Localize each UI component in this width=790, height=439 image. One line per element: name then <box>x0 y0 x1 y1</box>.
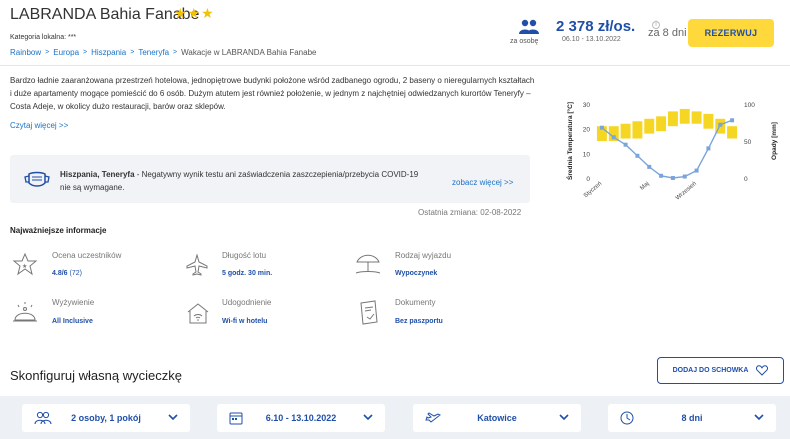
duration-select[interactable]: 8 dni <box>608 404 776 432</box>
precipitation-point <box>670 176 675 180</box>
trip-duration: za 8 dni <box>648 27 687 39</box>
precipitation-point <box>659 173 664 178</box>
temperature-bar <box>644 118 655 134</box>
face-mask-icon <box>24 171 50 191</box>
y2-tick-label: 50 <box>744 139 752 146</box>
svg-text:★: ★ <box>22 263 27 270</box>
configure-trip-title: Skonfiguruj własną wycieczkę <box>10 368 182 383</box>
trip-type-value: Wypoczynek <box>395 270 438 277</box>
per-person-label: za osobę <box>510 38 539 45</box>
heart-icon <box>756 365 769 376</box>
hotel-description: Bardzo ładnie zaaranżowana przestrzeń ho… <box>10 76 535 111</box>
departure-value: Katowice <box>477 413 517 423</box>
temperature-bar <box>691 111 702 124</box>
last-change-date: Ostatnia zmiana: 02-08-2022 <box>418 208 522 217</box>
y2-axis-label: Opady [mm] <box>771 122 778 160</box>
x-tick-label: Maj <box>639 181 650 192</box>
precipitation-point <box>682 174 687 179</box>
duration-value: 8 dni <box>681 413 703 423</box>
precipitation-point <box>599 125 604 130</box>
wifi-house-icon <box>186 301 210 327</box>
reserve-button[interactable]: REZERWUJ <box>688 19 774 47</box>
rating-value[interactable]: 4.8/6 (72) <box>52 270 82 277</box>
board-label: Wyżywienie <box>52 298 95 307</box>
departure-select[interactable]: Katowice <box>413 404 581 432</box>
temperature-bar <box>632 121 643 139</box>
precipitation-point <box>647 164 652 169</box>
x-tick-label: Wrzesień <box>675 181 698 202</box>
chevron-down-icon <box>168 413 178 423</box>
rating-count: (72) <box>69 270 82 277</box>
dates-select[interactable]: 6.10 - 13.10.2022 <box>217 404 385 432</box>
rating-score: 4.8/6 <box>52 270 68 277</box>
chevron-down-icon <box>754 413 764 423</box>
precipitation-point <box>623 142 628 147</box>
hotel-stars: ★★★ <box>174 5 215 21</box>
y-tick-label: 20 <box>583 127 591 134</box>
dates-value: 6.10 - 13.10.2022 <box>265 413 337 423</box>
travelers-select[interactable]: 2 osoby, 1 pokój <box>22 404 190 432</box>
breadcrumb-item-current: Wakacje w LABRANDA Bahia Fanabe <box>181 48 317 57</box>
chevron-down-icon <box>559 413 569 423</box>
price: 2 378 zł/os. <box>556 18 636 35</box>
y-tick-label: 30 <box>583 102 591 109</box>
precipitation-point <box>718 122 723 127</box>
breadcrumb-separator: > <box>45 49 50 56</box>
temperature-bar <box>727 126 738 139</box>
local-category: Kategoria lokalna: *** <box>10 34 77 41</box>
precipitation-point <box>694 168 699 173</box>
chevron-down-icon <box>363 413 373 423</box>
y-tick-label: 10 <box>583 151 591 158</box>
y2-tick-label: 100 <box>744 102 755 109</box>
breadcrumb-separator: > <box>173 49 178 56</box>
breadcrumb: Rainbow > Europa > Hiszpania > Teneryfa … <box>10 48 316 57</box>
precipitation-point <box>706 146 711 151</box>
rating-label: Ocena uczestników <box>52 251 122 260</box>
price-dates: 06.10 - 13.10.2022 <box>562 36 621 43</box>
precipitation-point <box>730 118 735 123</box>
breadcrumb-item-teneryfa[interactable]: Teneryfa <box>138 48 169 57</box>
x-tick-label: Styczeń <box>583 181 603 199</box>
flight-duration-label: Długość lotu <box>222 251 267 260</box>
board-value: All Inclusive <box>52 318 93 325</box>
y-tick-label: 0 <box>586 176 590 183</box>
breadcrumb-item-europa[interactable]: Europa <box>53 48 79 57</box>
read-more-link[interactable]: Czytaj więcej >> <box>10 121 68 130</box>
climate-chart: 0 10 20 30 0 50 100 Średnia Temperatura [°C] Opa… <box>565 102 778 202</box>
breadcrumb-item-hiszpania[interactable]: Hiszpania <box>91 48 126 57</box>
covid-see-more-link[interactable]: zobacz więcej >> <box>452 178 513 187</box>
temperature-bar <box>656 116 667 132</box>
trip-type-label: Rodzaj wyjazdu <box>395 251 452 260</box>
y2-tick-label: 0 <box>744 176 748 183</box>
temperature-bar <box>679 108 690 124</box>
covid-message: Hiszpania, Teneryfa - Negatywny wynik te… <box>60 168 430 194</box>
temperature-bar <box>703 113 714 129</box>
temperature-bar <box>667 111 678 127</box>
covid-location: Hiszpania, Teneryfa <box>60 170 135 179</box>
add-to-favorites-label: DODAJ DO SCHOWKA <box>672 367 749 374</box>
plane-icon <box>186 253 208 278</box>
y-axis-label: Średnia Temperatura [°C] <box>565 102 574 180</box>
rating-star-icon: ★ <box>12 252 38 278</box>
food-cloche-icon <box>12 301 38 327</box>
people-icon <box>517 18 541 38</box>
documents-label: Dokumenty <box>395 298 436 307</box>
passport-icon <box>357 300 381 328</box>
facility-label: Udogodnienie <box>222 298 272 307</box>
precipitation-point <box>635 153 640 158</box>
add-to-favorites-button[interactable]: DODAJ DO SCHOWKA <box>657 357 784 384</box>
breadcrumb-item-rainbow[interactable]: Rainbow <box>10 48 41 57</box>
documents-value: Bez paszportu <box>395 318 443 325</box>
temperature-bar <box>620 123 631 139</box>
travelers-value: 2 osoby, 1 pokój <box>71 413 141 423</box>
breadcrumb-separator: > <box>83 49 88 56</box>
important-info-title: Najważniejsze informacje <box>10 226 107 235</box>
beach-umbrella-icon <box>355 252 381 278</box>
breadcrumb-separator: > <box>130 49 135 56</box>
flight-duration-value: 5 godz. 30 min. <box>222 270 273 277</box>
facility-value: Wi-fi w hotelu <box>222 318 268 325</box>
hotel-name: LABRANDA Bahia Fanabe <box>10 6 200 23</box>
divider <box>0 65 790 66</box>
precipitation-point <box>611 135 616 140</box>
